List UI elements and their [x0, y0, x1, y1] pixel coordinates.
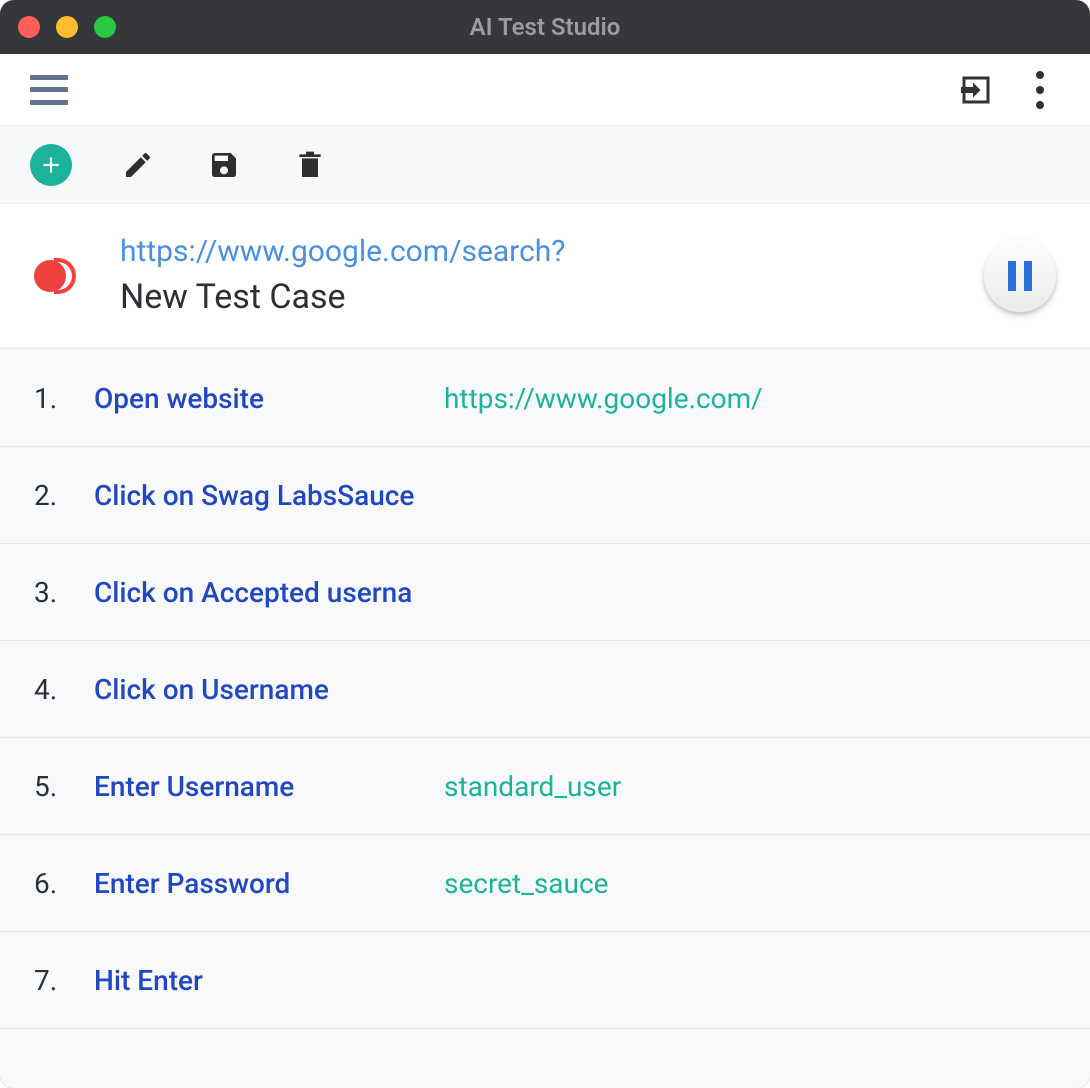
step-number: 2. — [34, 479, 94, 512]
step-row[interactable]: 4. Click on Username — [0, 641, 1090, 738]
more-icon[interactable] — [1020, 70, 1060, 110]
testcase-name: New Test Case — [120, 277, 964, 317]
app-window: AI Test Studio https — [0, 0, 1090, 1088]
step-number: 3. — [34, 576, 94, 609]
step-action: Click on Accepted userna — [94, 576, 444, 609]
step-action: Click on Username — [94, 673, 444, 706]
step-number: 5. — [34, 770, 94, 803]
step-row[interactable]: 6. Enter Password secret_sauce — [0, 835, 1090, 932]
step-number: 6. — [34, 867, 94, 900]
topbar — [0, 54, 1090, 126]
step-row[interactable]: 1. Open website https://www.google.com/ — [0, 350, 1090, 447]
export-icon[interactable] — [956, 70, 996, 110]
step-action: Click on Swag LabsSauce — [94, 479, 444, 512]
step-value: https://www.google.com/ — [444, 382, 1056, 415]
add-button[interactable] — [30, 144, 72, 186]
step-action: Open website — [94, 382, 444, 415]
maximize-window-button[interactable] — [94, 16, 116, 38]
menu-icon[interactable] — [30, 75, 68, 105]
step-action: Hit Enter — [94, 964, 444, 997]
window-title: AI Test Studio — [0, 13, 1090, 41]
step-row[interactable]: 2. Click on Swag LabsSauce — [0, 447, 1090, 544]
step-number: 1. — [34, 382, 94, 415]
step-row[interactable]: 5. Enter Username standard_user — [0, 738, 1090, 835]
step-action: Enter Password — [94, 867, 444, 900]
testcase-header: https://www.google.com/search? New Test … — [0, 204, 1090, 350]
record-icon — [34, 258, 76, 294]
testcase-url[interactable]: https://www.google.com/search? — [120, 234, 964, 269]
steps-list: 1. Open website https://www.google.com/ … — [0, 350, 1090, 1088]
step-action: Enter Username — [94, 770, 444, 803]
save-icon[interactable] — [204, 145, 244, 185]
step-value: secret_sauce — [444, 867, 1056, 900]
pause-button[interactable] — [984, 240, 1056, 312]
step-row[interactable]: 7. Hit Enter — [0, 932, 1090, 1029]
close-window-button[interactable] — [18, 16, 40, 38]
step-value: standard_user — [444, 770, 1056, 803]
step-number: 7. — [34, 964, 94, 997]
minimize-window-button[interactable] — [56, 16, 78, 38]
pause-icon — [1008, 261, 1032, 291]
edit-icon[interactable] — [118, 145, 158, 185]
delete-icon[interactable] — [290, 145, 330, 185]
testcase-info: https://www.google.com/search? New Test … — [120, 234, 964, 317]
titlebar: AI Test Studio — [0, 0, 1090, 54]
step-row[interactable]: 3. Click on Accepted userna — [0, 544, 1090, 641]
action-toolbar — [0, 126, 1090, 204]
traffic-lights — [18, 16, 116, 38]
step-number: 4. — [34, 673, 94, 706]
